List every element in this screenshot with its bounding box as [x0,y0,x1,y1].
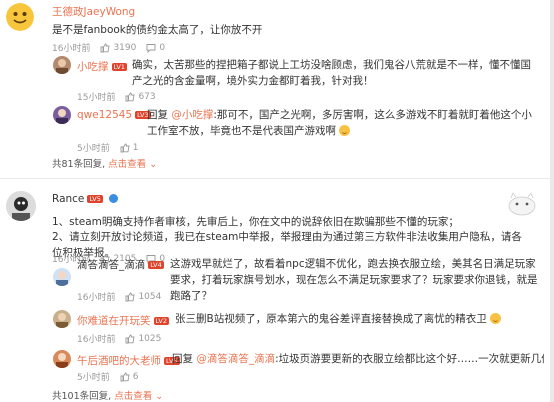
comment-thread: 王德政JaeyWong 是不是fanbook的债约金太高了，让你放不开 16小时… [0,0,550,170]
avatar[interactable] [53,268,71,286]
like-button[interactable]: 3190 [100,43,136,53]
reply-username[interactable]: 你难道在开玩笑 LV2 [77,313,169,328]
reply-text: 回复 @小吃撑:那可不，国产之光啊，多厉害啊，这么多游戏不盯着就盯着他这个小工作… [147,107,542,139]
verified-icon [109,194,119,203]
comment-section: 王德政JaeyWong 是不是fanbook的债约金太高了，让你放不开 16小时… [0,0,554,402]
reply-time: 16小时前 [77,293,116,303]
reply-text: 这游戏早就烂了，故看着npc逻辑不优化，跑去换衣服立绘，美其名日满足玩家要求，打… [170,258,538,302]
like-count: 3190 [113,42,137,53]
avatar-photo-icon [56,313,68,328]
comment-count: 0 [159,42,166,53]
mention-link[interactable]: @滴答滴答_滴滴 [196,353,275,365]
view-replies-link[interactable]: 点击查看 [114,391,152,402]
avatar[interactable] [53,350,71,368]
reply-meta: 16小时前 1025 [77,332,161,346]
avatar-photo-icon [56,109,68,124]
like-count: 1054 [138,291,162,302]
comment-time: 16小时前 [52,44,91,54]
like-button[interactable]: 1054 [125,292,161,302]
reply-username[interactable]: 小吃撑 LV1 [77,59,127,74]
like-count: 1025 [138,333,162,344]
comment-thread: Rance LV5 1、steam明确支持作者审核，先审后上，你在文中的说辞依旧在… [0,186,550,402]
thumbs-up-icon [120,372,130,381]
reply-word: 回复 [147,109,168,121]
reply-username[interactable]: 午后酒吧的大老师 LV3 [77,353,180,368]
avatar-photo-icon [6,191,36,221]
comment-button[interactable]: 0 [146,43,165,53]
reply-total: 共81条回复, [52,159,106,170]
view-replies-link[interactable]: 点击查看 [108,159,146,170]
reply-time: 16小时前 [77,335,116,345]
reply-username-text[interactable]: 滴答滴答_滴滴 [77,259,145,271]
reply-body: 张三删B站视频了，原本第六的鬼谷差评直接替换成了离忧的精衣卫 [175,313,487,325]
like-count: 1 [132,142,139,153]
reply-username-text[interactable]: 午后酒吧的大老师 [77,355,161,367]
avatar[interactable] [53,56,71,74]
reply-body: :垃圾页游要更新的衣服立绘都比这个好……一次就更新几件衣服。我的天…… [275,353,544,365]
comment-username[interactable]: 王德政JaeyWong [52,4,135,19]
like-button[interactable]: 1025 [125,334,161,344]
reply-username[interactable]: qwe12545 LV3 [77,109,151,121]
more-replies: 共101条回复, 点击查看 ⌄ [52,388,163,402]
level-badge: LV2 [153,317,169,325]
like-button[interactable]: 673 [125,91,156,102]
avatar-photo-icon [56,271,68,286]
thumbs-up-icon [126,334,135,343]
reply-text: 确实，太苦那些的捏把箱子都说上工坊没啥顾虑，我们鬼谷八荒就是不一样，懂不懂国产之… [132,59,531,87]
reply-meta: 5小时前 1 [77,141,139,155]
scrollbar[interactable] [550,0,554,402]
comment-username-text[interactable]: Rance [52,193,84,205]
avatar[interactable] [6,3,34,31]
comment-bubble-icon [146,43,156,53]
thumbs-up-icon [126,292,135,301]
chevron-down-icon: ⌄ [149,159,158,170]
avatar-emoji-icon [6,3,34,31]
thumbs-up-icon [120,143,130,152]
more-replies: 共81条回复, 点击查看 ⌄ [52,156,157,170]
thumbs-up-icon [126,92,135,101]
reply-total: 共101条回复, [52,391,112,402]
laugh-emoji-icon [490,313,502,324]
comment-text-line: 1、steam明确支持作者审核，先审后上，你在文中的说辞依旧在欺骗那些不懂的玩家… [52,216,459,228]
thumbs-up-icon [101,43,110,52]
reply-username-text[interactable]: 你难道在开玩笑 [77,315,151,327]
mention-link[interactable]: @小吃撑 [171,109,213,121]
reply-username-text[interactable]: 小吃撑 [77,61,109,73]
chevron-down-icon: ⌄ [155,391,164,402]
reply-time: 15小时前 [77,93,116,103]
cat-sticker-icon [508,192,536,216]
reply-username-text[interactable]: qwe12545 [77,109,132,121]
level-badge: LV5 [87,195,103,203]
reply-text: 张三删B站视频了，原本第六的鬼谷差评直接替换成了离忧的精衣卫 [175,311,545,327]
reply-meta: 5小时前 6 [77,370,139,384]
reply-text: 回复 @滴答滴答_滴滴:垃圾页游要更新的衣服立绘都比这个好……一次就更新几件衣服… [172,351,544,367]
like-count: 6 [132,371,139,382]
avatar[interactable] [53,310,71,328]
level-badge: LV1 [111,63,127,71]
comment-text: 是不是fanbook的债约金太高了，让你放不开 [52,24,263,36]
avatar-photo-icon [56,353,68,368]
avatar-photo-icon [56,59,68,74]
reply-username[interactable]: 滴答滴答_滴滴 LV4 [77,257,164,272]
reply-word: 回复 [172,353,193,365]
avatar[interactable] [6,191,36,221]
avatar[interactable] [53,106,71,124]
reply-time: 5小时前 [77,144,110,154]
comment-username[interactable]: Rance LV5 [52,193,119,205]
laugh-emoji-icon [339,125,351,136]
reply-meta: 15小时前 673 [77,90,156,104]
like-count: 673 [138,91,156,102]
divider [0,178,550,179]
reply-meta: 16小时前 1054 [77,290,161,304]
reply-time: 5小时前 [77,373,110,383]
comment-meta: 16小时前 3190 0 [52,41,165,55]
level-badge: LV4 [148,261,164,269]
like-button[interactable]: 1 [120,142,139,153]
like-button[interactable]: 6 [120,371,139,382]
